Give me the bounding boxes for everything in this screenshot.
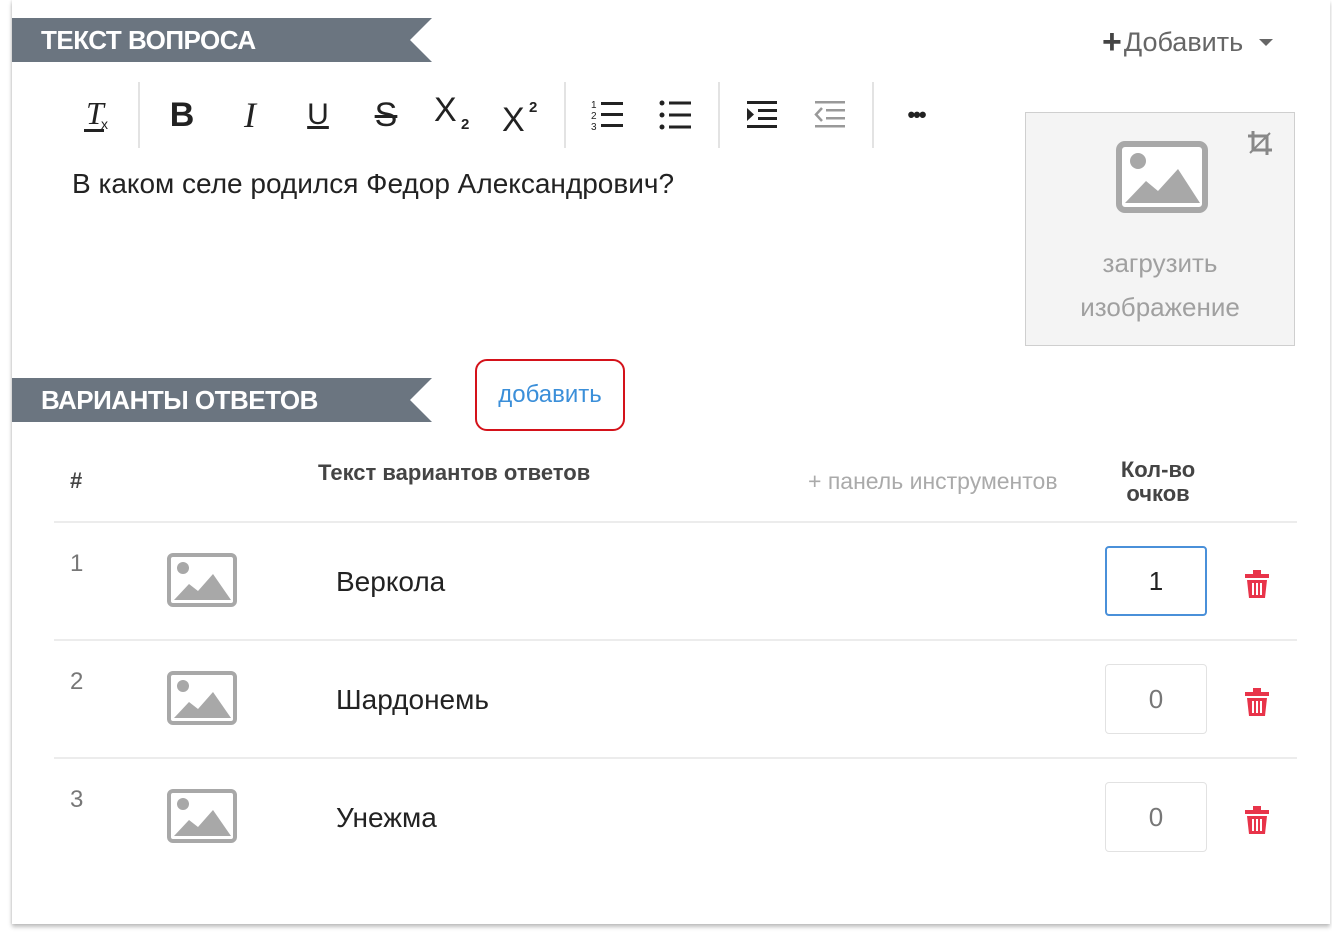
answer-text[interactable]: Веркола	[336, 566, 445, 598]
subscript-icon: X 2	[434, 95, 469, 133]
points-input[interactable]	[1105, 782, 1207, 852]
trash-icon[interactable]	[1245, 570, 1269, 598]
svg-text:X: X	[502, 101, 525, 135]
answer-image-icon[interactable]	[167, 671, 237, 725]
add-answer-link[interactable]: добавить	[475, 359, 625, 431]
answer-text[interactable]: Унежма	[336, 802, 437, 834]
column-header-points: Кол-во очков	[1108, 458, 1208, 506]
trash-icon[interactable]	[1245, 806, 1269, 834]
toolbar-separator	[564, 82, 566, 148]
image-upload-label: загрузить изображение	[1026, 241, 1294, 329]
subscript-button[interactable]: X 2	[430, 82, 478, 148]
image-placeholder-icon	[1116, 141, 1208, 213]
ordered-list-icon: 1 2 3	[591, 100, 623, 132]
bullet-list-button[interactable]	[656, 82, 696, 148]
strikethrough-button[interactable]: S	[364, 82, 408, 148]
image-upload-label-line1: загрузить	[1102, 248, 1218, 278]
clear-format-icon: T x	[84, 96, 108, 132]
crop-icon[interactable]	[1246, 129, 1274, 157]
svg-text:2: 2	[529, 99, 537, 116]
toolbar-separator	[872, 82, 874, 148]
caret-down-icon	[1259, 38, 1274, 46]
column-header-number: #	[70, 468, 83, 493]
toolbar-separator	[718, 82, 720, 148]
outdent-button[interactable]	[810, 82, 850, 148]
column-header-points-line1: Кол-во	[1120, 457, 1196, 482]
svg-text:1: 1	[591, 100, 597, 111]
clear-format-button[interactable]: T x	[70, 82, 124, 148]
svg-text:2: 2	[591, 111, 597, 122]
column-header-answer-text: Текст вариантов ответов	[318, 460, 591, 485]
outdent-icon	[814, 101, 845, 128]
answer-text[interactable]: Шардонемь	[336, 684, 489, 716]
points-input[interactable]	[1105, 546, 1207, 616]
italic-button[interactable]: I	[228, 82, 272, 148]
column-header-points-line2: очков	[1126, 481, 1190, 506]
points-input[interactable]	[1105, 664, 1207, 734]
underline-button[interactable]: U	[296, 82, 340, 148]
trash-icon[interactable]	[1245, 688, 1269, 716]
svg-text:2: 2	[461, 116, 469, 133]
add-dropdown-label: Добавить	[1123, 26, 1244, 57]
ordered-list-button[interactable]: 1 2 3	[588, 82, 628, 148]
superscript-icon: X 2	[502, 99, 537, 135]
svg-text:X: X	[434, 95, 457, 129]
table-divider	[54, 639, 1297, 641]
bullet-list-icon	[659, 100, 691, 130]
table-divider	[54, 521, 1297, 523]
table-divider	[54, 757, 1297, 759]
svg-text:3: 3	[591, 122, 597, 132]
row-number: 3	[70, 786, 84, 813]
more-button[interactable]: •••	[896, 82, 936, 148]
answer-image-icon[interactable]	[167, 553, 237, 607]
plus-icon: +	[1102, 23, 1122, 61]
answers-section-title: ВАРИАНТЫ ОТВЕТОВ	[12, 378, 432, 422]
superscript-button[interactable]: X 2	[498, 82, 546, 148]
row-number: 2	[70, 668, 84, 695]
question-section-title: ТЕКСТ ВОПРОСА	[12, 18, 432, 62]
bold-button[interactable]: B	[160, 82, 204, 148]
row-number: 1	[70, 550, 84, 577]
image-upload-box[interactable]: загрузить изображение	[1025, 112, 1295, 346]
add-dropdown-button[interactable]: + Добавить	[1102, 23, 1274, 61]
indent-icon	[747, 101, 777, 128]
question-text-editor[interactable]: В каком селе родился Федор Александрович…	[72, 168, 674, 200]
toolbar-separator	[138, 82, 140, 148]
image-upload-label-line2: изображение	[1080, 292, 1240, 322]
answer-image-icon[interactable]	[167, 789, 237, 843]
indent-button[interactable]	[742, 82, 782, 148]
toolbar-toggle-link[interactable]: + панель инструментов	[808, 468, 1058, 495]
